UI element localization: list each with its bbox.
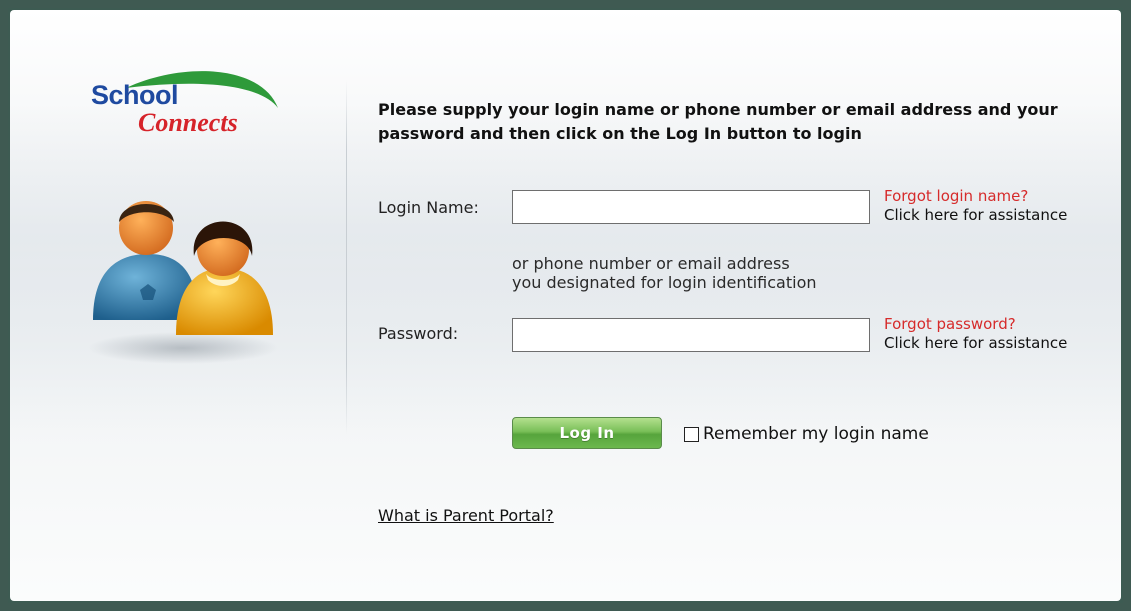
password-assist-link[interactable]: Click here for assistance — [884, 334, 1067, 353]
school-connects-logo: School Connects — [86, 68, 286, 148]
login-name-assist-link[interactable]: Click here for assistance — [884, 206, 1067, 225]
login-name-label: Login Name: — [378, 198, 479, 217]
login-name-hint-line1: or phone number or email address — [512, 254, 790, 273]
forgot-login-name-link[interactable]: Forgot login name? — [884, 187, 1067, 206]
remember-login[interactable]: Remember my login name — [684, 424, 929, 444]
login-name-hint-line2: you designated for login identification — [512, 273, 817, 292]
password-help: Forgot password? Click here for assistan… — [884, 315, 1067, 353]
vertical-divider — [346, 80, 347, 435]
what-is-parent-portal-link[interactable]: What is Parent Portal? — [378, 506, 554, 525]
logo-connects-text: Connects — [138, 108, 238, 137]
password-input[interactable] — [512, 318, 870, 352]
login-name-hint: or phone number or email address you des… — [512, 254, 817, 292]
login-button[interactable]: Log In — [512, 417, 662, 449]
login-name-help: Forgot login name? Click here for assist… — [884, 187, 1067, 225]
login-panel: School Connects Please supply your login… — [10, 10, 1121, 601]
password-label: Password: — [378, 324, 459, 343]
logo-school-text: School — [91, 80, 179, 110]
remember-label: Remember my login name — [703, 424, 929, 444]
login-name-input[interactable] — [512, 190, 870, 224]
remember-checkbox[interactable] — [684, 426, 699, 442]
forgot-password-link[interactable]: Forgot password? — [884, 315, 1067, 334]
intro-instructions: Please supply your login name or phone n… — [378, 100, 1058, 143]
parents-illustration-icon — [88, 201, 278, 364]
